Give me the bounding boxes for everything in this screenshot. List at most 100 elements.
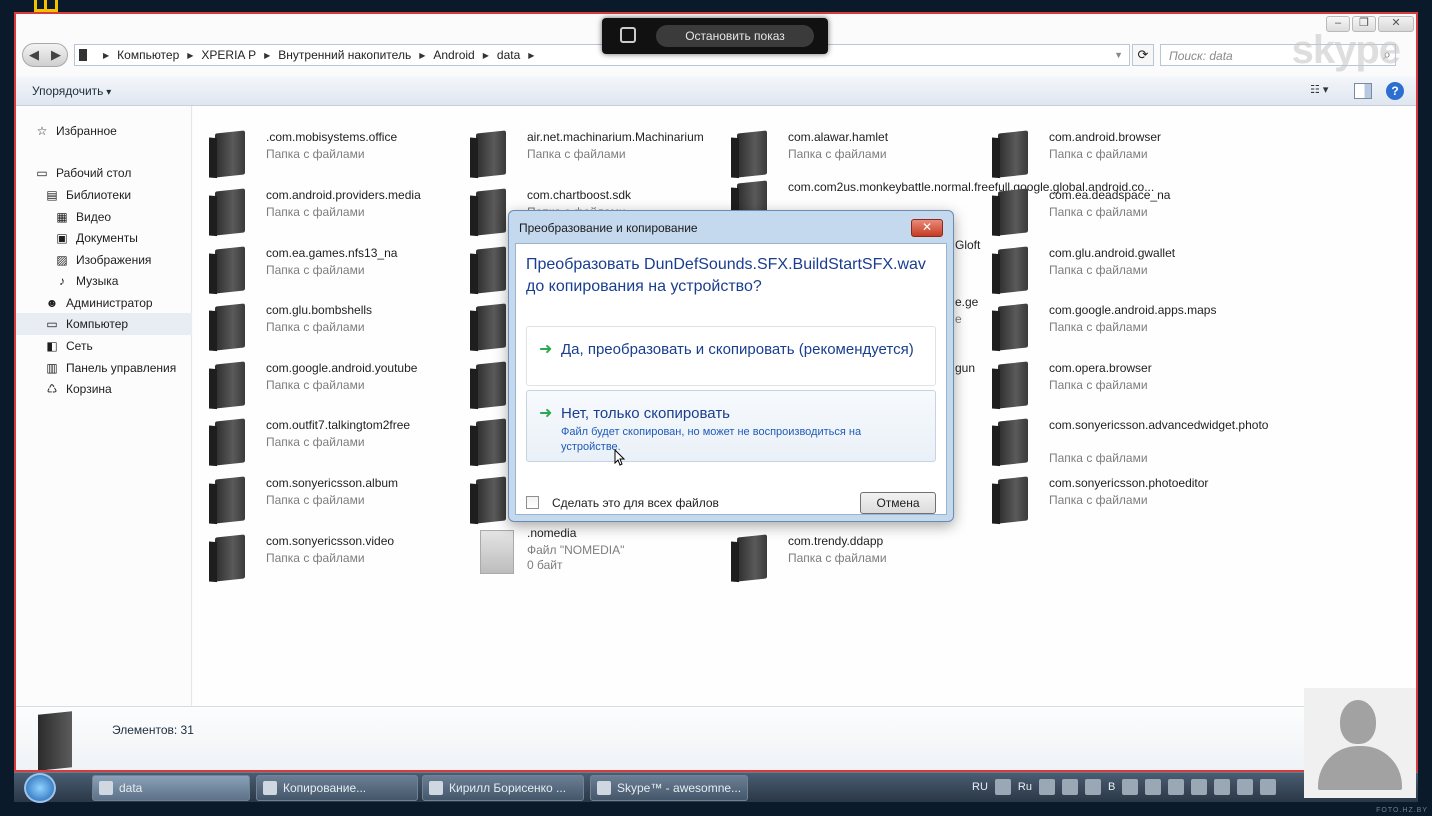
volume-icon[interactable] bbox=[1260, 779, 1277, 795]
list-item[interactable]: com.google.android.apps.maps Папка с файл… bbox=[976, 299, 1236, 353]
forward-arrow-icon[interactable]: ▶ bbox=[51, 47, 61, 63]
list-item[interactable]: com.sonyericsson.album Папка с файлами bbox=[193, 472, 453, 526]
device-icon bbox=[79, 49, 87, 61]
sidebar-item-favorites[interactable]: ☆ Избранное bbox=[34, 120, 117, 142]
folder-icon bbox=[737, 534, 767, 582]
sidebar-item-music[interactable]: ♪ Музыка bbox=[54, 270, 118, 292]
chevron-right-icon: ▶ bbox=[528, 50, 535, 60]
sidebar-item-desktop[interactable]: ▭ Рабочий стол bbox=[34, 162, 131, 184]
network-icon: ◧ bbox=[46, 339, 58, 353]
breadcrumb-storage[interactable]: Внутренний накопитель bbox=[278, 48, 411, 62]
avatar-head bbox=[1340, 700, 1376, 744]
details-pane: Элементов: 31 bbox=[16, 706, 1416, 770]
convert-and-copy-option[interactable]: ➜ Да, преобразовать и скопировать (реком… bbox=[526, 326, 936, 386]
list-item[interactable]: .nomedia Файл "NOMEDIA" 0 байт bbox=[454, 522, 714, 576]
list-item[interactable]: com.sonyericsson.photoeditor Папка с файл… bbox=[976, 472, 1236, 526]
stop-sharing-button[interactable]: Остановить показ bbox=[656, 25, 814, 47]
sidebar-item-computer[interactable]: ▭ Компьютер bbox=[16, 313, 192, 335]
folder-icon bbox=[998, 130, 1028, 178]
tray-icon[interactable] bbox=[1038, 779, 1055, 795]
sidebar-item-pictures[interactable]: ▨ Изображения bbox=[54, 249, 151, 271]
list-item[interactable]: air.net.machinarium.Machinarium Папка с ф… bbox=[454, 126, 714, 180]
folder-icon bbox=[215, 418, 245, 466]
list-item[interactable]: com.alawar.hamlet Папка с файлами bbox=[715, 126, 975, 180]
convert-copy-dialog: Преобразование и копирование ✕ Преобразо… bbox=[508, 210, 954, 522]
star-icon: ☆ bbox=[36, 124, 48, 138]
mouse-cursor-icon bbox=[614, 449, 626, 466]
tray-icon[interactable] bbox=[994, 779, 1011, 795]
sidebar-item-libraries[interactable]: ▤ Библиотеки bbox=[44, 184, 131, 206]
organize-button[interactable]: Упорядочить bbox=[32, 84, 111, 98]
start-button[interactable] bbox=[24, 773, 56, 803]
folder-icon bbox=[737, 130, 767, 178]
chevron-right-icon: ▶ bbox=[187, 50, 194, 60]
list-item[interactable]: com.trendy.ddapp Папка с файлами bbox=[715, 530, 975, 584]
sidebar-item-admin[interactable]: ☻ Администратор bbox=[44, 292, 153, 314]
taskbar-kirill[interactable]: Кирилл Борисенко ... bbox=[422, 775, 584, 801]
language-indicator[interactable]: RU bbox=[972, 781, 988, 793]
taskbar: data Копирование... Кирилл Борисенко ...… bbox=[14, 772, 1418, 803]
flag-icon[interactable] bbox=[1191, 779, 1208, 795]
copy-only-option[interactable]: ➜ Нет, только скопировать Файл будет ско… bbox=[526, 390, 936, 462]
folder-icon bbox=[476, 303, 506, 351]
dialog-close-button[interactable]: ✕ bbox=[911, 219, 943, 237]
list-item[interactable]: .com.mobisystems.office Папка с файлами bbox=[193, 126, 453, 180]
user-icon: ☻ bbox=[45, 296, 59, 310]
list-item[interactable]: com.glu.bombshells Папка с файлами bbox=[193, 299, 453, 353]
tray-lang-icon[interactable]: Ru bbox=[1018, 781, 1032, 793]
refresh-button[interactable]: ⟳ bbox=[1132, 44, 1154, 66]
list-item[interactable]: com.sonyericsson.advancedwidget.photo Пап… bbox=[976, 414, 1268, 468]
list-item[interactable]: com.google.android.youtube Папка с файлам… bbox=[193, 357, 453, 411]
list-item[interactable]: com.ea.deadspace_na Папка с файлами bbox=[976, 184, 1236, 238]
tray-b-icon[interactable]: B bbox=[1108, 781, 1115, 793]
sidebar-item-network[interactable]: ◧ Сеть bbox=[44, 335, 92, 357]
breadcrumb-xperia[interactable]: XPERIA P bbox=[201, 48, 256, 62]
list-item[interactable]: com.android.browser Папка с файлами bbox=[976, 126, 1236, 180]
chat-icon bbox=[429, 781, 443, 795]
help-icon[interactable]: ? bbox=[1386, 82, 1404, 100]
sidebar-item-documents[interactable]: ▣ Документы bbox=[54, 227, 138, 249]
screenshare-icon[interactable] bbox=[620, 27, 636, 43]
tray-icon[interactable] bbox=[1168, 779, 1185, 795]
breadcrumb-data[interactable]: data bbox=[497, 48, 520, 62]
sidebar-item-video[interactable]: ▦ Видео bbox=[54, 206, 111, 228]
taskbar-copying[interactable]: Копирование... bbox=[256, 775, 418, 801]
list-item[interactable]: com.sonyericsson.video Папка с файлами bbox=[193, 530, 453, 584]
file-icon bbox=[480, 530, 514, 574]
desktop-icon: ▭ bbox=[36, 166, 48, 180]
screenshare-bar: Остановить показ bbox=[602, 18, 828, 54]
sidebar-item-control-panel[interactable]: ▥ Панель управления bbox=[44, 357, 176, 379]
copy-icon bbox=[263, 781, 277, 795]
navigation-pane: ☆ Избранное ▭ Рабочий стол ▤ Библиотеки ▦ Ви… bbox=[16, 106, 192, 706]
address-dropdown-icon[interactable]: ▼ bbox=[1114, 50, 1123, 60]
breadcrumb-android[interactable]: Android bbox=[433, 48, 474, 62]
back-forward-buttons[interactable]: ◀ ▶ bbox=[22, 43, 68, 67]
tray-icon[interactable] bbox=[1061, 779, 1078, 795]
sidebar-item-recycle-bin[interactable]: ♺ Корзина bbox=[44, 378, 112, 400]
tray-icon[interactable] bbox=[1145, 779, 1162, 795]
apply-all-label[interactable]: Сделать это для всех файлов bbox=[552, 496, 719, 510]
tray-icon[interactable] bbox=[1084, 779, 1101, 795]
apply-all-checkbox[interactable] bbox=[526, 496, 539, 509]
avatar-body bbox=[1318, 746, 1402, 790]
list-item[interactable]: com.android.providers.media Папка с файла… bbox=[193, 184, 453, 238]
tray-icon[interactable] bbox=[1122, 779, 1139, 795]
list-item[interactable]: com.opera.browser Папка с файлами bbox=[976, 357, 1236, 411]
folder-icon bbox=[215, 303, 245, 351]
taskbar-data[interactable]: data bbox=[92, 775, 250, 801]
folder-icon bbox=[998, 361, 1028, 409]
back-arrow-icon[interactable]: ◀ bbox=[29, 47, 39, 63]
view-options-icon[interactable]: ☷ ▾ bbox=[1310, 83, 1340, 99]
item-count: Элементов: 31 bbox=[112, 723, 194, 737]
list-item[interactable]: com.glu.android.gwallet Папка с файлами bbox=[976, 242, 1236, 296]
list-item[interactable]: com.outfit7.talkingtom2free Папка с файла… bbox=[193, 414, 453, 468]
taskbar-skype[interactable]: Skype™ - awesomne... bbox=[590, 775, 748, 801]
tray-icon[interactable] bbox=[1214, 779, 1231, 795]
list-item[interactable]: com.ea.games.nfs13_na Папка с файлами bbox=[193, 242, 453, 296]
cancel-button[interactable]: Отмена bbox=[860, 492, 936, 514]
network-tray-icon[interactable] bbox=[1237, 779, 1254, 795]
breadcrumb-computer[interactable]: Компьютер bbox=[117, 48, 179, 62]
folder-icon bbox=[215, 246, 245, 294]
dialog-title: Преобразование и копирование bbox=[519, 221, 698, 235]
preview-pane-icon[interactable] bbox=[1354, 83, 1372, 99]
